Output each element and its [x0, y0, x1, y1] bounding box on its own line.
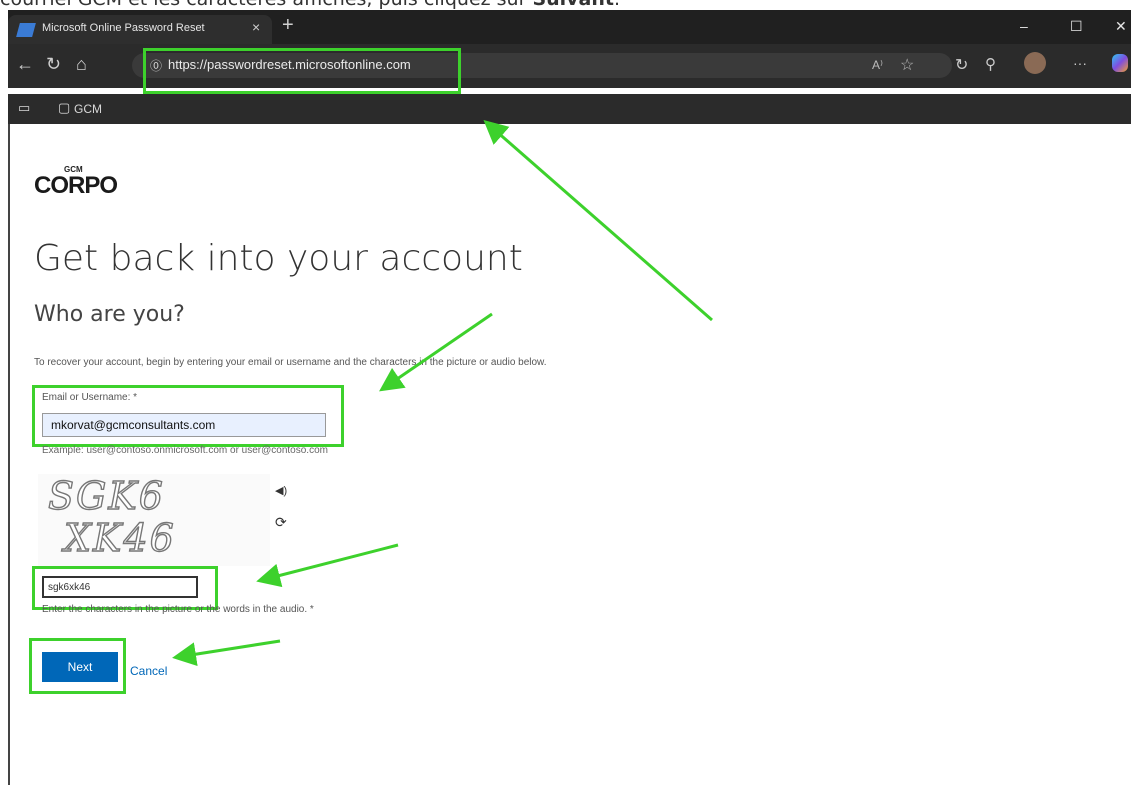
annotation-arrows: [172, 120, 713, 667]
arrow-to-captcha: [256, 543, 399, 588]
arrow-to-email: [379, 312, 493, 392]
arrow-to-next: [172, 639, 281, 667]
arrow-to-url: [483, 120, 713, 322]
